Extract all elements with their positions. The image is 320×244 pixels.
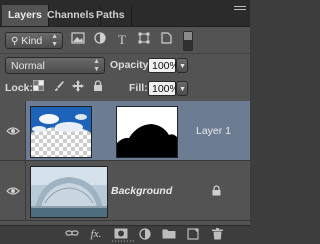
layer-style-fx-icon[interactable]: fx. bbox=[88, 228, 104, 241]
search-icon: ⚲ bbox=[11, 36, 19, 47]
layers-list: Layer 1 Background bbox=[0, 101, 250, 225]
layer-thumbnail bbox=[30, 166, 108, 218]
move-icon[interactable] bbox=[70, 80, 86, 96]
blend-mode-value: Normal bbox=[11, 60, 45, 72]
lock-all-icon[interactable] bbox=[90, 80, 106, 96]
filter-row: ⚲ Kind ▲ ▼ T bbox=[0, 27, 250, 54]
chevron-down-icon: ▼ bbox=[179, 63, 186, 70]
blend-mode-dropdown[interactable]: Normal ▲ ▼ bbox=[5, 57, 105, 74]
tab-paths[interactable]: Paths bbox=[90, 5, 132, 26]
brush-icon[interactable] bbox=[51, 80, 67, 96]
opacity-slider-button[interactable]: ▼ bbox=[176, 58, 188, 73]
layer-name[interactable]: Layer 1 bbox=[196, 125, 231, 137]
layer-mask-thumbnail[interactable] bbox=[116, 106, 178, 158]
panel-tab-bar: Layers Channels Paths bbox=[0, 0, 250, 27]
layers-bottom-toolbar: fx. bbox=[0, 225, 250, 243]
opacity-label: Opacity: bbox=[110, 59, 153, 71]
eye-icon[interactable] bbox=[6, 186, 20, 196]
new-layer-icon[interactable] bbox=[185, 228, 201, 241]
adjustment-layer-icon[interactable] bbox=[137, 228, 153, 241]
eye-icon[interactable] bbox=[6, 126, 20, 136]
panel-menu-icon[interactable] bbox=[234, 4, 246, 14]
opacity-field[interactable]: 100% bbox=[148, 58, 179, 73]
fill-label: Fill: bbox=[129, 82, 148, 94]
smart-object-filter-icon[interactable] bbox=[158, 32, 174, 48]
layer-row-background[interactable]: Background bbox=[0, 161, 250, 221]
folder-icon[interactable] bbox=[161, 228, 177, 241]
layer-thumbnail bbox=[30, 106, 92, 158]
pixel-layer-filter-icon[interactable] bbox=[70, 32, 86, 48]
filter-toggle-switch[interactable] bbox=[183, 31, 193, 51]
trash-icon[interactable] bbox=[209, 228, 225, 241]
fill-field[interactable]: 100% bbox=[148, 81, 179, 96]
lock-row: Lock: Fill: 100% ▼ bbox=[0, 76, 250, 102]
chevron-down-icon: ▼ bbox=[179, 86, 186, 93]
layer-name[interactable]: Background bbox=[111, 185, 172, 197]
updown-arrow-icon: ▲ ▼ bbox=[93, 58, 100, 73]
type-layer-filter-icon[interactable]: T bbox=[114, 32, 130, 48]
lock-icon bbox=[212, 185, 221, 196]
lock-transparent-pixels-icon[interactable] bbox=[30, 80, 46, 96]
adjustment-layer-filter-icon[interactable] bbox=[92, 32, 108, 48]
layer-row-layer-1[interactable]: Layer 1 bbox=[0, 101, 250, 161]
filter-kind-label: Kind bbox=[21, 35, 43, 47]
updown-arrow-icon: ▲ ▼ bbox=[51, 33, 58, 48]
link-icon[interactable] bbox=[64, 228, 80, 241]
shape-layer-filter-icon[interactable] bbox=[136, 32, 152, 48]
filter-kind-dropdown[interactable]: ⚲ Kind ▲ ▼ bbox=[5, 32, 63, 49]
fill-slider-button[interactable]: ▼ bbox=[176, 81, 188, 96]
blend-row: Normal ▲ ▼ Opacity: 100% ▼ bbox=[0, 54, 250, 76]
lock-label: Lock: bbox=[5, 82, 34, 94]
